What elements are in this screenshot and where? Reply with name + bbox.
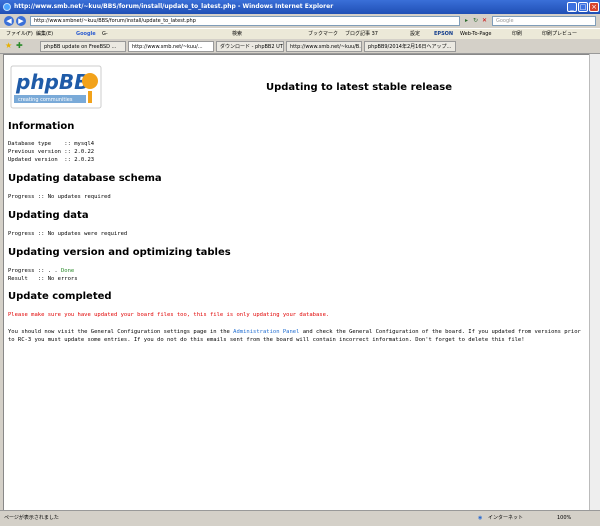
- back-button[interactable]: ◀: [4, 16, 14, 26]
- info-updated-version: Updated version :: 2.0.23: [8, 157, 95, 163]
- window-title-bar: http://www.smb.net/~kuu/BBS/forum/instal…: [0, 0, 600, 14]
- internet-zone-label: インターネット: [488, 515, 524, 521]
- tab-3[interactable]: ダウンロード - phpBB2 UTF-...: [216, 41, 284, 52]
- info-database-type: Database type :: mysql4: [8, 141, 95, 147]
- search-input[interactable]: Google: [492, 16, 596, 26]
- schema-progress: Progress :: No updates required: [8, 194, 111, 200]
- add-favorite-icon[interactable]: ✚: [16, 41, 23, 50]
- tab-bar: ★ ✚ phpBB update on FreeBSD ... http://w…: [0, 39, 600, 54]
- data-heading: Updating data: [8, 210, 89, 221]
- minimize-button[interactable]: _: [567, 2, 577, 12]
- forward-button[interactable]: ▶: [16, 16, 26, 26]
- info-previous-version: Previous version :: 2.0.22: [8, 149, 95, 155]
- update-warning: Please make sure you have updated your b…: [8, 312, 330, 318]
- ie-icon: [3, 3, 11, 11]
- phpbb-logo: phpBB creating communities: [10, 65, 102, 109]
- status-bar: ページが表示されました ◉ インターネット 100%: [0, 510, 600, 526]
- window-title: http://www.smb.net/~kuu/BBS/forum/instal…: [14, 3, 334, 10]
- tab-2[interactable]: http://www.smb.net/~kuu/...: [128, 41, 214, 52]
- tab-1[interactable]: phpBB update on FreeBSD ...: [40, 41, 126, 52]
- tab-4[interactable]: http://www.smb.net/~kuu/B...: [286, 41, 362, 52]
- zoom-level[interactable]: 100%: [557, 511, 571, 525]
- address-toolbar: ◀ ▶ http://www.smbnet/~kuu/BBS/forum/ins…: [0, 14, 600, 28]
- progress-dots: . .: [47, 268, 61, 274]
- page-content: phpBB creating communities Updating to l…: [3, 54, 590, 511]
- information-heading: Information: [8, 121, 75, 132]
- tab-5[interactable]: phpBB9/2014年2月16日ヘアップ...: [364, 41, 456, 52]
- logo-tagline: creating communities: [18, 97, 73, 103]
- page-title: Updating to latest stable release: [266, 82, 452, 93]
- logo-wordmark: phpBB: [15, 70, 89, 94]
- progress-done: Done: [61, 268, 75, 274]
- version-progress: Progress :: . . Done: [8, 268, 74, 275]
- refresh-button[interactable]: ↻: [471, 16, 480, 26]
- para-text-before: You should now visit the General Configu…: [8, 329, 234, 335]
- favorites-star-icon[interactable]: ★: [5, 41, 12, 50]
- admin-panel-link[interactable]: Administration Panel: [233, 329, 299, 335]
- maximize-button[interactable]: □: [578, 2, 588, 12]
- vertical-scrollbar[interactable]: [589, 54, 600, 510]
- stop-button[interactable]: ✕: [480, 16, 489, 26]
- schema-heading: Updating database schema: [8, 173, 162, 184]
- version-result: Result :: No errors: [8, 276, 78, 282]
- address-input[interactable]: http://www.smbnet/~kuu/BBS/forum/install…: [30, 16, 460, 26]
- status-text: ページが表示されました: [4, 515, 59, 521]
- go-button[interactable]: ▸: [462, 16, 471, 26]
- completed-heading: Update completed: [8, 291, 112, 302]
- close-button[interactable]: ×: [589, 2, 599, 12]
- completion-paragraph: You should now visit the General Configu…: [8, 328, 584, 344]
- internet-zone-icon: ◉: [478, 515, 483, 521]
- version-heading: Updating version and optimizing tables: [8, 247, 231, 258]
- data-progress: Progress :: No updates were required: [8, 231, 128, 237]
- progress-label: Progress ::: [8, 268, 48, 274]
